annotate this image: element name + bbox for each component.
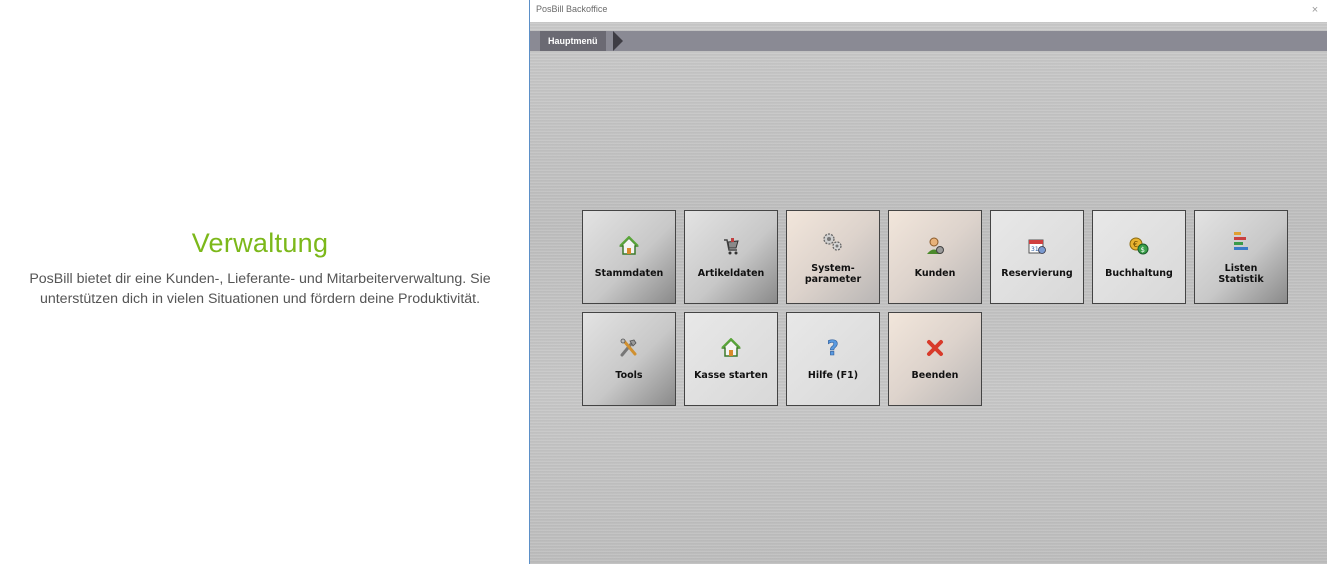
page: Verwaltung PosBill bietet dir eine Kunde… [0,0,1327,564]
home-icon [685,337,777,359]
breadcrumb-hauptmenu[interactable]: Hauptmenü [540,31,606,51]
tile-kasse-starten[interactable]: Kasse starten [684,312,778,406]
app-window: PosBill Backoffice × Hauptmenü Stammdate… [529,0,1327,564]
svg-text:€: € [1133,240,1138,249]
promo-text: PosBill bietet dir eine Kunden-, Liefera… [29,271,491,307]
window-title: PosBill Backoffice [536,4,608,14]
tile-label: Beenden [911,370,959,381]
calendar-icon: 31 [991,235,1083,257]
tile-stammdaten[interactable]: Stammdaten [582,210,676,304]
tile-label: Artikeldaten [697,268,765,279]
nav-bar: Hauptmenü [530,31,1327,51]
tile-buchhaltung[interactable]: € $ Buchhaltung [1092,210,1186,304]
tile-label: Kunden [914,268,956,279]
customer-icon [889,235,981,257]
tile-label: System- parameter [789,263,877,285]
tile-label: Stammdaten [594,268,664,279]
tile-systemparameter[interactable]: System- parameter [786,210,880,304]
gears-icon [787,231,879,253]
help-icon: ? [787,337,879,359]
svg-text:31: 31 [1031,246,1039,253]
tile-label: Buchhaltung [1105,268,1173,279]
breadcrumb-arrow-icon [613,31,623,51]
tile-label-line2: parameter [804,274,862,285]
home-icon [583,235,675,257]
tile-label: Listen Statistik [1197,263,1285,285]
tile-label-line1: System- [811,263,855,274]
svg-text:?: ? [827,337,839,359]
tile-hilfe[interactable]: ? Hilfe (F1) [786,312,880,406]
promo-section: Verwaltung PosBill bietet dir eine Kunde… [20,228,500,309]
tile-listen-statistik[interactable]: Listen Statistik [1194,210,1288,304]
svg-text:$: $ [1141,246,1145,254]
tile-artikeldaten[interactable]: Artikeldaten [684,210,778,304]
tile-tools[interactable]: Tools [582,312,676,406]
tile-label: Reservierung [1001,268,1073,279]
coins-icon: € $ [1093,235,1185,257]
tile-label: Kasse starten [694,370,768,381]
tile-kunden[interactable]: Kunden [888,210,982,304]
promo-title: Verwaltung [191,228,329,258]
cart-icon [685,235,777,257]
tile-beenden[interactable]: Beenden [888,312,982,406]
close-x-icon [889,337,981,359]
tile-reservierung[interactable]: 31 Reservierung [990,210,1084,304]
tools-icon [583,337,675,359]
close-icon[interactable]: × [1307,2,1323,18]
tile-label-line1: Listen [1224,263,1258,274]
tile-label: Hilfe (F1) [807,370,859,381]
tile-label: Tools [615,370,643,381]
tile-label-line2: Statistik [1218,274,1264,285]
title-bar: PosBill Backoffice × [530,0,1327,22]
bars-icon [1195,229,1287,251]
